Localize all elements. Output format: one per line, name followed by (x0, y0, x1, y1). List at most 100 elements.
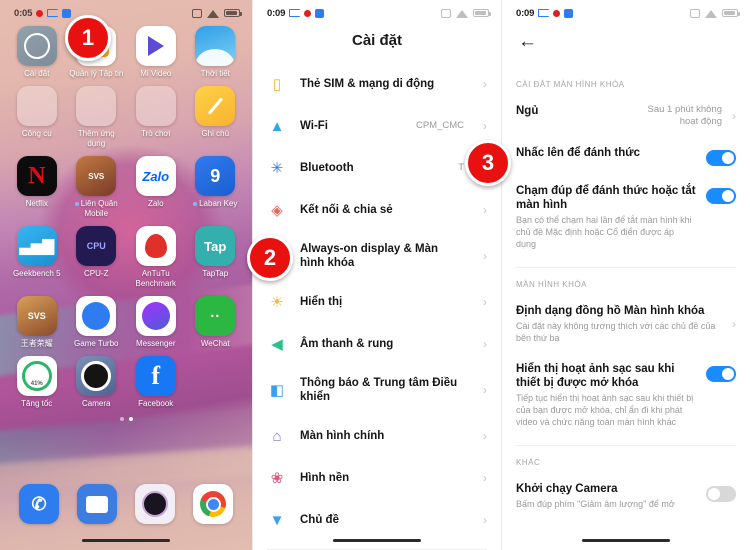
status-right-group (192, 8, 242, 18)
settings-row-bluetooth[interactable]: ✳ Bluetooth T › (267, 147, 487, 189)
notes-icon[interactable] (195, 86, 236, 126)
settings-row-notifications[interactable]: ◧ Thông báo & Trung tâm Điều khiển › (267, 365, 487, 415)
app-wechat[interactable]: ·· WeChat (186, 296, 246, 349)
netflix-icon[interactable]: N (16, 156, 57, 196)
app-cai-dat[interactable]: Cài đặt (7, 26, 67, 79)
settings-row-display[interactable]: ☀ Hiển thị › (267, 281, 487, 323)
facebook-icon[interactable]: f (135, 356, 176, 396)
app-camera[interactable]: Camera (67, 356, 127, 409)
launch-camera-toggle[interactable] (706, 486, 736, 502)
zalo-icon[interactable]: Zalo (135, 156, 176, 196)
app-label: Zalo (147, 199, 164, 208)
lien-quan-mobile-icon[interactable]: SVS (76, 156, 117, 196)
app-netflix[interactable]: N Netflix (7, 156, 67, 219)
lockscreen-row-sleep[interactable]: Ngủ Sau 1 phút không hoạt động › (516, 95, 736, 137)
mi-video-icon[interactable] (135, 26, 176, 66)
app-label: AnTuTu Benchmark (135, 269, 176, 288)
settings-row-always-on-display[interactable]: ◻ Always-on display & Màn hình khóa › (267, 231, 487, 281)
wangzhe-rongyao-icon[interactable]: SVS (16, 296, 57, 336)
weather-icon[interactable] (195, 26, 236, 66)
status-right-group (690, 8, 740, 18)
charging-animation-toggle[interactable] (706, 366, 736, 382)
app-cpu-z[interactable]: CPU CPU-Z (67, 226, 127, 289)
notification-icon: ◧ (269, 382, 285, 399)
gesture-bar[interactable] (582, 539, 670, 542)
app-zalo[interactable]: Zalo Zalo (126, 156, 186, 219)
app-label: CPU-Z (84, 269, 109, 278)
row-title: Định dạng đồng hồ Màn hình khóa (516, 305, 705, 317)
app-geekbench[interactable]: ▃▅▇ Geekbench 5 (7, 226, 67, 289)
app-wangzhe[interactable]: SVS 王者荣耀 (7, 296, 67, 349)
camera-icon[interactable] (135, 484, 175, 524)
settings-icon[interactable] (16, 26, 57, 66)
game-turbo-icon[interactable] (76, 296, 117, 336)
app-ghi-chu[interactable]: Ghi chú (186, 86, 246, 149)
phone-icon[interactable]: ✆ (19, 484, 59, 524)
chevron-right-icon: › (483, 513, 487, 527)
app-facebook[interactable]: f Facebook (126, 356, 186, 409)
chrome-icon[interactable] (193, 484, 233, 524)
lockscreen-row-clock-format[interactable]: Định dạng đồng hồ Màn hình khóa Cài đặt … (516, 295, 736, 353)
antutu-icon[interactable] (135, 226, 176, 266)
lockscreen-row-raise-to-wake[interactable]: Nhấc lên để đánh thức (516, 137, 736, 175)
row-value: T (458, 162, 464, 173)
geekbench-icon[interactable]: ▃▅▇ (16, 226, 57, 266)
app-tro-choi[interactable]: Trò chơi (126, 86, 186, 149)
settings-row-sim[interactable]: ▯ Thẻ SIM & mạng di động › (267, 63, 487, 105)
app-laban-key[interactable]: 9 Laban Key (186, 156, 246, 219)
status-left-group: 0:09 (267, 8, 325, 19)
settings-row-sound[interactable]: ◀ Âm thanh & rung › (267, 323, 487, 365)
app-taptap[interactable]: Tap TapTap (186, 226, 246, 289)
taptap-icon[interactable]: Tap (195, 226, 236, 266)
chevron-right-icon: › (483, 77, 487, 91)
back-arrow-icon[interactable]: ← (518, 32, 537, 51)
back-button[interactable]: ← (502, 22, 750, 68)
laban-key-icon[interactable]: 9 (195, 156, 236, 196)
gesture-bar[interactable] (333, 539, 421, 542)
settings-row-wallpaper[interactable]: ❀ Hình nền › (267, 457, 487, 499)
app-thoi-tiet[interactable]: Thời tiết (186, 26, 246, 79)
app-label: Messenger (135, 339, 176, 348)
settings-row-connection-sharing[interactable]: ◈ Kết nối & chia sẻ › (267, 189, 487, 231)
app-lien-quan-mobile[interactable]: SVS Liên Quân Mobile (67, 156, 127, 219)
app-mi-video[interactable]: Mi Video (126, 26, 186, 79)
app-label: Game Turbo (74, 339, 119, 348)
settings-row-home-screen[interactable]: ⌂ Màn hình chính › (267, 415, 487, 457)
page-indicator[interactable] (0, 417, 252, 421)
status-left-group: 0:05 (14, 8, 72, 19)
messages-icon[interactable] (77, 484, 117, 524)
double-tap-toggle[interactable] (706, 188, 736, 204)
app-messenger[interactable]: Messenger (126, 296, 186, 349)
app-them-ung-dung[interactable]: Thêm ứng dụng (67, 86, 127, 149)
section-header-lockscreen: MÀN HÌNH KHÓA (516, 280, 587, 289)
alarm-icon (192, 8, 202, 18)
lockscreen-row-launch-camera[interactable]: Khởi chạy Camera Bấm đúp phím "Giảm âm l… (516, 473, 736, 519)
home-status-bar: 0:05 (0, 0, 252, 22)
status-right-group (441, 8, 491, 18)
raise-to-wake-toggle[interactable] (706, 150, 736, 166)
app-cong-cu[interactable]: Công cụ (7, 86, 67, 149)
settings-row-theme[interactable]: ▼ Chủ đề › (267, 499, 487, 541)
chevron-right-icon: › (483, 429, 487, 443)
chevron-right-icon: › (732, 317, 736, 331)
cpu-z-icon[interactable]: CPU (76, 226, 117, 266)
chevron-right-icon: › (483, 249, 487, 263)
settings-row-wifi[interactable]: ▲ Wi-Fi CPM_CMC › (267, 105, 487, 147)
lockscreen-row-double-tap[interactable]: Chạm đúp để đánh thức hoặc tắt màn hình … (516, 175, 736, 259)
app-label: Liên Quân Mobile (68, 199, 124, 219)
row-label: Chủ đề (300, 514, 339, 526)
lockscreen-row-charging-animation[interactable]: Hiển thị hoạt ảnh sạc sau khi thiết bị đ… (516, 353, 736, 437)
chevron-right-icon: › (732, 109, 736, 123)
gesture-bar[interactable] (82, 539, 170, 542)
games-folder-icon[interactable] (135, 86, 176, 126)
app-antutu[interactable]: AnTuTu Benchmark (126, 226, 186, 289)
tools-folder-icon[interactable] (16, 86, 57, 126)
app-tang-toc[interactable]: 41% Tăng tốc (7, 356, 67, 409)
more-apps-folder-icon[interactable] (76, 86, 117, 126)
wechat-icon[interactable]: ·· (195, 296, 236, 336)
camera-icon[interactable] (76, 356, 117, 396)
app-game-turbo[interactable]: Game Turbo (67, 296, 127, 349)
messenger-icon[interactable] (135, 296, 176, 336)
app-label: TapTap (202, 269, 229, 278)
boost-icon[interactable]: 41% (16, 356, 57, 396)
